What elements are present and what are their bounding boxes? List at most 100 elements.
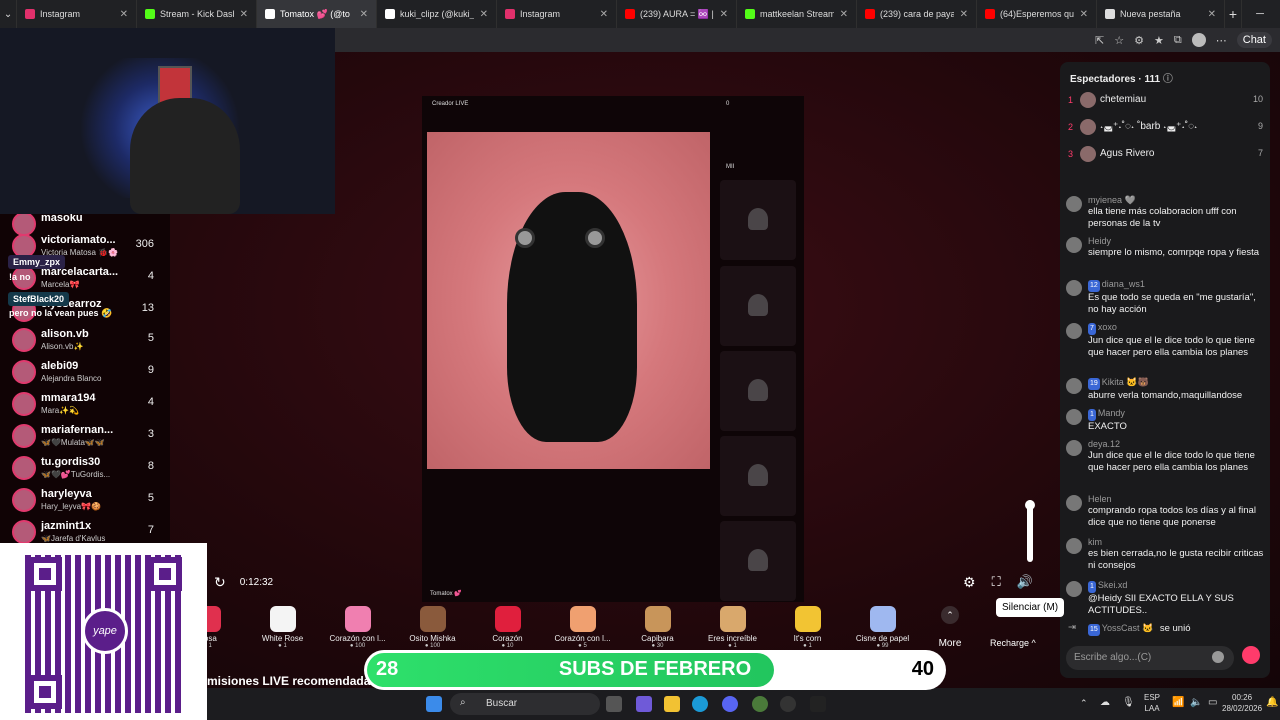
live-creator-row[interactable]: alison.vb Alison.vb✨ 5 [8,326,158,356]
recommended-missions-label: misiones LIVE recomendadas [207,674,378,688]
browser-tab[interactable]: Tomatox 💕 (@to ✕ [257,0,377,28]
network-icon[interactable]: ☁ [1100,697,1110,708]
live-creator-row[interactable]: tu.gordis30 🦋🖤💕TuGordis... 8 [8,454,158,484]
chat-username[interactable]: Helen [1088,493,1266,505]
chat-input[interactable]: Escribe algo...(C) [1066,646,1234,670]
close-tab-icon[interactable]: ✕ [600,9,608,20]
top-viewer-row[interactable]: 1 chetemiau 10 [1068,90,1263,114]
live-creator-row[interactable]: mariafernan... 🦋🖤Mulata🦋🦋 3 [8,422,158,452]
chat-username[interactable]: Heidy [1088,235,1266,247]
live-creator-row[interactable]: mmara194 Mara✨💫 4 [8,390,158,420]
app-icon[interactable] [752,696,768,712]
task-view-icon[interactable] [606,696,622,712]
browser-tab[interactable]: Instagram ✕ [17,0,137,28]
volume-icon[interactable]: 🔊 [1017,574,1033,590]
chat-username[interactable]: myienea 🩶 [1088,194,1266,206]
extensions-icon[interactable]: ⚙ [1134,34,1144,47]
favorites-icon[interactable]: ★ [1154,34,1164,47]
chat-username[interactable]: deya.12 [1088,438,1266,450]
collections-icon[interactable]: ⧉ [1174,34,1182,47]
settings-icon[interactable]: ⚙ [963,574,976,591]
mic-icon[interactable]: 🎙 [1122,697,1135,708]
close-tab-icon[interactable]: ✕ [840,9,848,20]
guest-slot[interactable] [720,266,796,346]
battery-icon[interactable]: ▭ [1208,697,1217,708]
volume-slider[interactable] [1025,500,1035,562]
creator-count: 5 [147,492,154,504]
live-creator-row[interactable]: alebi09 Alejandra Blanco 9 [8,358,158,388]
viewer-name: Agus Rivero [1100,148,1155,159]
tiktok-live-studio-icon[interactable] [810,696,826,712]
like-heart-icon[interactable] [1242,646,1260,664]
notifications-icon[interactable]: 🔔 [1266,697,1278,708]
close-tab-icon[interactable]: ✕ [240,9,248,20]
browser-tab[interactable]: (239) cara de payaso c ✕ [857,0,977,28]
live-video-player[interactable]: Creador LIVE 0 MII Tomatox 💕 [422,96,804,602]
close-tab-icon[interactable]: ✕ [1080,9,1088,20]
player-right-controls: ⚙ ⛶ 🔊 [963,572,1033,592]
live-creator-row[interactable]: haryleyva Hary_leyva🎀🍪 5 [8,486,158,516]
guest-slot[interactable] [720,436,796,516]
recharge-button[interactable]: Recharge ^ [990,638,1036,648]
discord-icon[interactable] [722,696,738,712]
obs-icon[interactable] [780,696,796,712]
chat-username[interactable]: kim [1088,536,1266,548]
browser-tab[interactable]: kuki_clipz (@kuki_clip: ✕ [377,0,497,28]
new-tab-button[interactable]: + [1225,0,1242,28]
gift-price: ● 1 [803,643,812,649]
chat-username[interactable]: 1 Mandy [1088,407,1266,421]
tab-menu-button[interactable]: ⌄ [0,0,17,28]
copilot-chat-button[interactable]: Chat [1236,32,1272,48]
browser-tab[interactable]: Nueva pestaña ✕ [1097,0,1225,28]
wifi-icon[interactable]: 📶 [1172,697,1184,708]
fullscreen-icon[interactable]: ⛶ [992,574,1001,590]
guest-slot[interactable] [720,521,796,601]
browser-tab[interactable]: Instagram ✕ [497,0,617,28]
chat-username[interactable]: 1 Skei.xd [1088,579,1266,593]
more-options-icon[interactable]: ⋯ [1216,34,1227,47]
avatar [1066,196,1082,212]
browser-tab[interactable]: Stream - Kick Dashboa ✕ [137,0,257,28]
favorite-star-icon[interactable]: ☆ [1114,34,1124,47]
browser-tab[interactable]: (239) AURA = ♾️ | 1 H ✕ [617,0,737,28]
close-tab-icon[interactable]: ✕ [960,9,968,20]
chat-username[interactable]: 19 Kikita 🐱🐻 [1088,376,1266,390]
gift-icon [344,606,371,632]
language-indicator[interactable]: ESP LAA [1144,692,1160,714]
creator-subtitle: Alejandra Blanco [41,374,102,383]
top-viewer-row[interactable]: 2 ˖◛⁺˖˚◌˖ ˚barb ˖◛⁺˖˚◌˖ 9 [1068,117,1263,141]
minimize-icon[interactable]: ─ [1242,8,1278,21]
browser-tab[interactable]: mattkeelan Stream - V ✕ [737,0,857,28]
creator-subtitle: 🦋Jarefa d'Kavlus [41,534,106,543]
file-explorer-icon[interactable] [664,696,680,712]
viewer-count: 9 [1257,121,1263,131]
tray-chevron-icon[interactable]: ⌃ [1080,698,1088,709]
info-icon[interactable]: ⓘ [1163,74,1173,85]
guest-slot[interactable] [720,351,796,431]
close-tab-icon[interactable]: ✕ [120,9,128,20]
close-tab-icon[interactable]: ✕ [480,9,488,20]
profile-avatar[interactable] [1191,33,1206,47]
browser-tab[interactable]: (64)Esperemos que se ✕ [977,0,1097,28]
copilot-icon[interactable] [636,696,652,712]
guest-slot[interactable] [720,180,796,260]
refresh-icon[interactable]: ↻ [214,574,226,591]
gift-name: Corazón con l... [329,634,386,643]
clock[interactable]: 00:26 28/02/2026 [1222,692,1262,714]
chat-username[interactable]: 7 xoxo [1088,321,1266,335]
edge-icon[interactable] [692,696,708,712]
start-icon[interactable] [426,696,442,712]
gift-item[interactable]: White Rose ● 1 [245,602,320,658]
close-tab-icon[interactable]: ✕ [360,9,368,20]
top-viewer-row[interactable]: 3 Agus Rivero 7 [1068,144,1263,168]
close-tab-icon[interactable]: ✕ [1208,9,1216,20]
chat-username[interactable]: 12 diana_ws1 [1088,278,1266,292]
viewer-name: chetemiau [1100,94,1147,105]
more-gifts-button[interactable]: ⌃ More [930,606,970,649]
open-in-app-icon[interactable]: ⇱ [1095,34,1104,47]
chat-overlay-text: !a no [9,272,31,282]
close-tab-icon[interactable]: ✕ [720,9,728,20]
taskbar-search[interactable]: ⌕ Buscar [450,693,600,715]
emoji-icon[interactable] [1212,651,1224,663]
speaker-icon[interactable]: 🔈 [1190,697,1202,708]
